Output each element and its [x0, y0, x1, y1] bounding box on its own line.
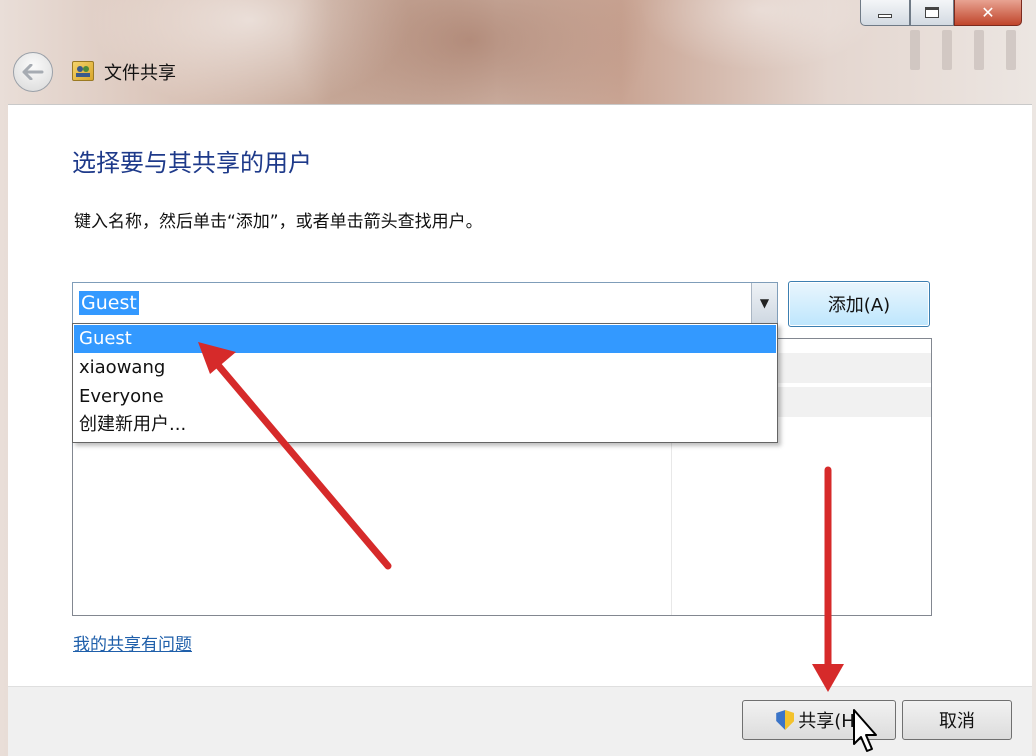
dropdown-option-guest[interactable]: Guest: [74, 325, 776, 353]
minimize-icon: [878, 13, 892, 18]
close-button[interactable]: ✕: [954, 0, 1022, 26]
file-sharing-icon: [72, 61, 94, 81]
window-title: 文件共享: [104, 63, 176, 84]
instruction-text: 键入名称，然后单击“添加”，或者单击箭头查找用户。: [74, 212, 483, 232]
user-name-combobox[interactable]: Guest ▼: [72, 282, 778, 324]
maximize-icon: [925, 7, 939, 18]
back-button[interactable]: [13, 52, 53, 92]
glass-decoration: [910, 30, 1016, 70]
caption-buttons: ✕: [860, 0, 1022, 26]
user-dropdown-list: Guest xiaowang Everyone 创建新用户...: [72, 323, 778, 443]
combobox-dropdown-button[interactable]: ▼: [751, 283, 777, 323]
dropdown-option-everyone[interactable]: Everyone: [74, 383, 776, 411]
maximize-button[interactable]: [910, 0, 954, 26]
add-button[interactable]: 添加(A): [788, 281, 930, 327]
cancel-button[interactable]: 取消: [902, 700, 1012, 740]
dropdown-option-create-user[interactable]: 创建新用户...: [74, 411, 776, 439]
uac-shield-icon: [776, 710, 795, 730]
combobox-value[interactable]: Guest: [79, 291, 139, 315]
dropdown-arrow-icon: ▼: [759, 296, 770, 310]
back-arrow-icon: [22, 64, 44, 80]
minimize-button[interactable]: [860, 0, 910, 26]
close-icon: ✕: [981, 3, 995, 22]
mouse-cursor-icon: [853, 709, 877, 752]
sharing-help-link[interactable]: 我的共享有问题: [73, 630, 192, 655]
dropdown-option-xiaowang[interactable]: xiaowang: [74, 354, 776, 382]
page-heading: 选择要与其共享的用户: [72, 149, 312, 177]
